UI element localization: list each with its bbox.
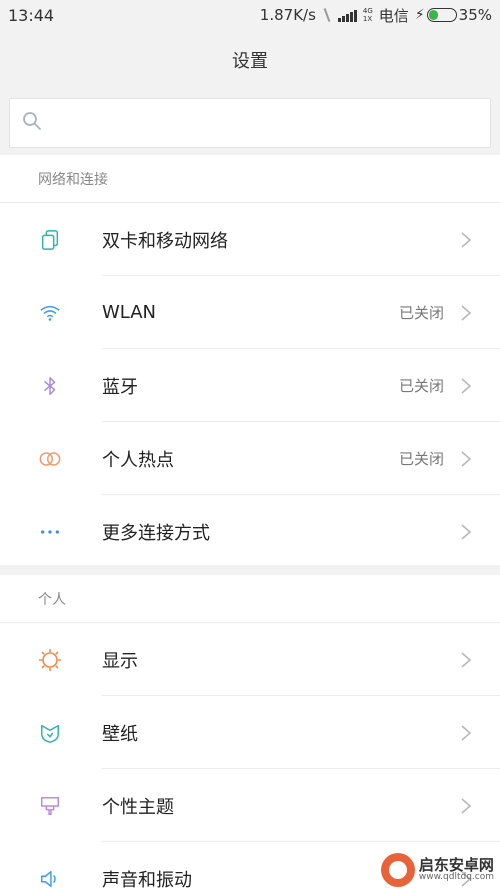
page-title-bar: 设置 <box>0 30 500 90</box>
row-label: 显示 <box>102 650 138 672</box>
section-header-personal: 个人 <box>0 575 500 623</box>
settings-row-wallpaper[interactable]: 壁纸 <box>0 696 500 769</box>
settings-row-theme[interactable]: 个性主题 <box>0 769 500 842</box>
settings-row-dual-sim[interactable]: 双卡和移动网络 <box>0 203 500 276</box>
row-status: 已关闭 <box>398 450 444 468</box>
watermark-text: 启东安卓网 www.qdltdq.com <box>419 857 494 883</box>
row-label: 声音和振动 <box>102 869 192 889</box>
network-type-bottom: 1X <box>362 15 373 23</box>
settings-row-display[interactable]: 显示 <box>0 623 500 696</box>
row-label: 个人热点 <box>102 449 174 471</box>
hotspot-icon <box>38 447 62 471</box>
row-status: 已关闭 <box>398 377 444 395</box>
search-icon <box>22 111 42 135</box>
battery-fill <box>428 10 438 20</box>
network-type: 4G 1X <box>363 7 373 23</box>
section-header-network: 网络和连接 <box>0 155 500 203</box>
settings-row-hotspot[interactable]: 个人热点 已关闭 <box>0 422 500 495</box>
section-personal: 个人 显示 壁纸 个性主题 声音和振动 <box>0 575 500 889</box>
chevron-right-icon <box>460 651 472 669</box>
chevron-right-icon <box>460 450 472 468</box>
row-label: 更多连接方式 <box>102 522 210 544</box>
chevron-right-icon <box>460 231 472 249</box>
settings-row-wlan[interactable]: WLAN 已关闭 <box>0 276 500 349</box>
row-label: 蓝牙 <box>102 376 138 398</box>
status-bar: 13:44 1.87K/s 4G 1X 电信 ⚡ 35% <box>0 0 500 30</box>
chevron-right-icon <box>460 724 472 742</box>
network-speed: 1.87K/s <box>259 6 316 24</box>
watermark-url: www.qdltdq.com <box>418 872 494 883</box>
battery-percent: 35% <box>458 6 492 24</box>
battery-icon <box>426 8 457 22</box>
settings-row-more-connections[interactable]: 更多连接方式 <box>0 495 500 568</box>
mute-icon <box>322 8 332 22</box>
row-label: 双卡和移动网络 <box>102 230 228 252</box>
row-label: WLAN <box>102 302 157 323</box>
watermark-logo-icon <box>380 853 415 887</box>
search-input[interactable] <box>9 98 491 148</box>
signal-icon <box>337 8 357 22</box>
status-right: 1.87K/s 4G 1X 电信 ⚡ 35% <box>260 5 492 26</box>
page-title: 设置 <box>232 51 268 72</box>
chevron-right-icon <box>460 797 472 815</box>
brightness-icon <box>38 648 62 672</box>
wifi-icon <box>38 301 62 325</box>
speaker-icon <box>38 867 62 889</box>
status-time: 13:44 <box>8 5 55 25</box>
network-type-top: 4G <box>362 7 373 15</box>
carrier-name: 电信 <box>378 6 409 25</box>
chevron-right-icon <box>460 377 472 395</box>
charging-icon: ⚡ <box>414 7 425 23</box>
chevron-right-icon <box>460 304 472 322</box>
row-label: 个性主题 <box>102 796 174 818</box>
more-dots-icon <box>38 520 62 544</box>
battery-indicator: ⚡ 35% <box>415 6 492 24</box>
row-label: 壁纸 <box>102 723 138 745</box>
row-status: 已关闭 <box>398 304 444 322</box>
theme-brush-icon <box>38 794 62 818</box>
dual-sim-icon <box>38 228 62 252</box>
watermark-name: 启东安卓网 <box>418 855 494 874</box>
settings-row-bluetooth[interactable]: 蓝牙 已关闭 <box>0 349 500 422</box>
watermark: 启东安卓网 www.qdltdq.com <box>380 853 494 887</box>
bluetooth-icon <box>38 374 62 398</box>
chevron-right-icon <box>460 523 472 541</box>
wallpaper-icon <box>38 721 62 745</box>
section-network: 网络和连接 双卡和移动网络 WLAN 已关闭 蓝牙 已关闭 个人热点 已关闭 更… <box>0 155 500 565</box>
